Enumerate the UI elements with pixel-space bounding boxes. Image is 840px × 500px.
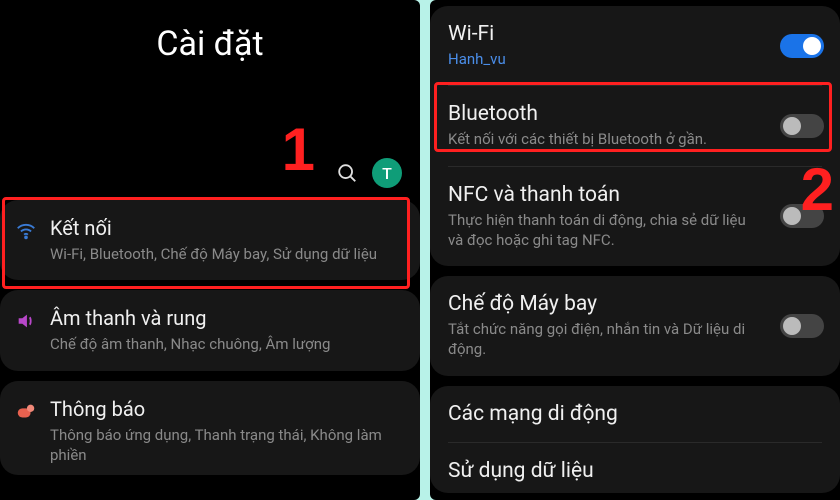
wifi-icon [12, 220, 40, 242]
row-title: Wi-Fi [448, 22, 762, 46]
bluetooth-toggle[interactable] [780, 114, 824, 138]
airplane-toggle[interactable] [780, 314, 824, 338]
item-title: Thông báo [50, 397, 406, 421]
profile-avatar[interactable]: T [372, 158, 402, 188]
item-subtitle: Chế độ âm thanh, Nhạc chuông, Âm lượng [50, 334, 406, 354]
card-group-2: Chế độ Máy bay Tắt chức năng gọi điện, n… [430, 276, 840, 376]
item-subtitle: Thông báo ứng dụng, Thanh trạng thái, Kh… [50, 425, 406, 466]
page-title: Cài đặt [0, 24, 420, 64]
row-subtitle: Kết nối với các thiết bị Bluetooth ở gần… [448, 129, 762, 149]
row-wifi[interactable]: Wi-Fi Hanh_vu [430, 6, 840, 85]
annotation-step-2: 2 [801, 155, 834, 224]
item-title: Kết nối [50, 216, 406, 240]
row-mobile-networks[interactable]: Các mạng di động [430, 386, 840, 442]
connections-list: Wi-Fi Hanh_vu Bluetooth Kết nối với các … [430, 0, 840, 493]
card-group-1: Wi-Fi Hanh_vu Bluetooth Kết nối với các … [430, 6, 840, 266]
row-title: Chế độ Máy bay [448, 292, 762, 316]
settings-list: Kết nối Wi-Fi, Bluetooth, Chế độ Máy bay… [0, 200, 420, 475]
settings-screen-connections: Wi-Fi Hanh_vu Bluetooth Kết nối với các … [430, 0, 840, 500]
row-title: Các mạng di động [448, 402, 762, 426]
row-data-usage[interactable]: Sử dụng dữ liệu [430, 443, 840, 493]
wifi-toggle[interactable] [780, 34, 824, 58]
annotation-step-1: 1 [282, 115, 315, 184]
row-subtitle: Thực hiện thanh toán di động, chia sẻ dữ… [448, 210, 762, 251]
row-airplane[interactable]: Chế độ Máy bay Tắt chức năng gọi điện, n… [430, 276, 840, 376]
row-bluetooth[interactable]: Bluetooth Kết nối với các thiết bị Bluet… [430, 86, 840, 165]
row-title: Bluetooth [448, 102, 762, 126]
item-title: Âm thanh và rung [50, 306, 406, 330]
settings-item-sound[interactable]: Âm thanh và rung Chế độ âm thanh, Nhạc c… [0, 290, 420, 370]
settings-item-notifications[interactable]: Thông báo Thông báo ứng dụng, Thanh trạn… [0, 381, 420, 476]
search-icon[interactable] [336, 162, 358, 184]
settings-item-connections[interactable]: Kết nối Wi-Fi, Bluetooth, Chế độ Máy bay… [0, 200, 420, 280]
notification-icon [12, 401, 40, 423]
topbar: T [336, 158, 402, 188]
row-subtitle: Hanh_vu [448, 49, 762, 69]
item-subtitle: Wi-Fi, Bluetooth, Chế độ Máy bay, Sử dụn… [50, 244, 406, 264]
row-title: Sử dụng dữ liệu [448, 459, 762, 483]
settings-screen-main: Cài đặt T 1 Kết nối Wi-Fi, Bluetooth, Ch… [0, 0, 420, 500]
row-nfc[interactable]: NFC và thanh toán Thực hiện thanh toán d… [430, 167, 840, 267]
card-group-3: Các mạng di động Sử dụng dữ liệu [430, 386, 840, 493]
sound-icon [12, 310, 40, 332]
row-title: NFC và thanh toán [448, 183, 762, 207]
row-subtitle: Tắt chức năng gọi điện, nhắn tin và Dữ l… [448, 319, 762, 360]
